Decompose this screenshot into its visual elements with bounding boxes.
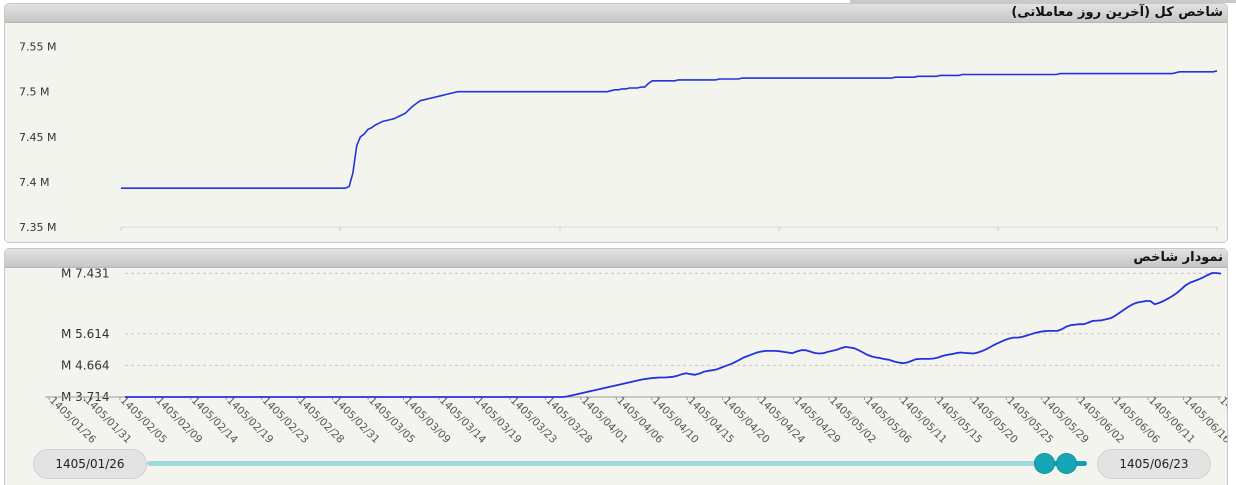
y-tick-label: 7.4 M: [19, 176, 49, 189]
date-range-navigator: 1405/01/26 1405/06/23: [5, 445, 1227, 485]
panel-title: شاخص کل (آخرین روز معاملاتی): [1011, 5, 1223, 20]
y-tick-label: 7.45 M: [19, 131, 56, 144]
index-last-day-panel: شاخص کل (آخرین روز معاملاتی) 7.55 M 7.5 M…: [4, 3, 1228, 243]
range-slider-end-handle[interactable]: [1056, 453, 1077, 474]
y-tick-label: M 7.431: [61, 268, 110, 280]
panel-header: نمودار شاخص: [5, 249, 1227, 268]
y-tick-label: 7.5 M: [19, 86, 49, 99]
range-slider-track[interactable]: [147, 461, 1087, 466]
y-tick-label: M 5.614: [61, 327, 110, 341]
last-day-line-chart: 7.55 M 7.5 M 7.45 M 7.4 M 7.35 M: [19, 41, 1218, 234]
y-tick-label: 7.35 M: [19, 221, 56, 234]
index-series-line: [125, 272, 1222, 398]
index-series-line: [121, 70, 1218, 189]
y-tick-label: M 4.664: [61, 358, 110, 372]
index-history-panel: نمودار شاخص M 7.431 M 5.614 M 4.664 M 3.714…: [4, 248, 1228, 485]
index-history-line-chart: M 7.431M 5.614M 4.664M 3.7141405/01/2614…: [45, 268, 1227, 446]
y-tick-label: 7.55 M: [19, 41, 56, 54]
start-date-field[interactable]: 1405/01/26: [33, 449, 147, 479]
end-date-field[interactable]: 1405/06/23: [1097, 449, 1211, 479]
panel-header: شاخص کل (آخرین روز معاملاتی): [5, 4, 1227, 23]
range-slider-start-handle[interactable]: [1034, 453, 1055, 474]
panel-title: نمودار شاخص: [1133, 250, 1223, 265]
